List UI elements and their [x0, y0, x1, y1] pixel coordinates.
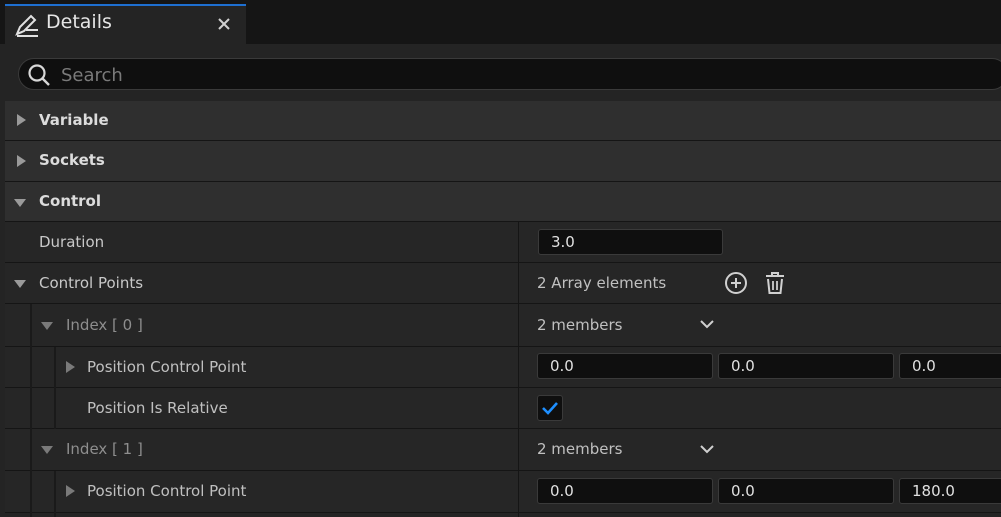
search-box[interactable] [18, 58, 1001, 90]
details-pencil-icon [15, 14, 38, 37]
property-label: Position Control Point [87, 358, 247, 376]
property-label: Control Points [39, 274, 144, 292]
category-control[interactable]: Control [5, 182, 1001, 222]
search-icon [28, 64, 50, 86]
array-summary: 2 Array elements [537, 274, 667, 292]
expand-arrow-icon[interactable] [64, 361, 76, 373]
position-x-field[interactable]: 0.0 [537, 478, 713, 504]
indent-guide [30, 304, 32, 517]
property-control-points: Control Points 2 Array elements [5, 263, 1001, 304]
chevron-down-icon[interactable] [696, 313, 718, 335]
expand-arrow-icon[interactable] [15, 114, 27, 126]
category-label: Variable [39, 111, 109, 129]
tab-title: Details [46, 11, 112, 33]
indent-guide [54, 471, 56, 517]
column-splitter[interactable] [518, 222, 519, 517]
category-label: Control [39, 192, 102, 210]
expand-arrow-icon[interactable] [64, 485, 76, 497]
category-label: Sockets [39, 151, 105, 169]
members-dropdown[interactable]: 2 members [537, 440, 623, 458]
property-position-control-point-0: Position Control Point 0.0 0.0 0.0 [5, 347, 1001, 388]
details-tab[interactable]: Details [5, 4, 246, 44]
trash-icon[interactable] [762, 270, 788, 296]
add-element-icon[interactable] [723, 270, 749, 296]
array-element-index-0: Index [ 0 ] 2 members [5, 304, 1001, 347]
collapse-arrow-icon[interactable] [41, 320, 53, 332]
property-label: Position Control Point [87, 482, 247, 500]
position-is-relative-checkbox[interactable] [537, 395, 563, 421]
collapse-arrow-icon[interactable] [14, 278, 26, 290]
indent-guide [54, 347, 56, 429]
position-y-field[interactable]: 0.0 [718, 478, 894, 504]
property-position-control-point-1: Position Control Point 0.0 0.0 180.0 [5, 471, 1001, 513]
property-position-is-relative: Position Is Relative [5, 388, 1001, 429]
tab-bar: Details [0, 0, 1001, 44]
checkmark-icon [542, 402, 558, 415]
collapse-arrow-icon[interactable] [14, 197, 26, 209]
property-label: Duration [39, 233, 105, 251]
position-x-field[interactable]: 0.0 [537, 353, 713, 379]
position-z-field[interactable]: 180.0 [899, 478, 1001, 504]
property-label: Position Is Relative [87, 399, 228, 417]
position-y-field[interactable]: 0.0 [718, 353, 894, 379]
expand-arrow-icon[interactable] [15, 155, 27, 167]
category-variable[interactable]: Variable [5, 101, 1001, 141]
category-sockets[interactable]: Sockets [5, 141, 1001, 182]
search-input[interactable] [59, 60, 963, 90]
array-element-index-1: Index [ 1 ] 2 members [5, 429, 1001, 471]
duration-field[interactable]: 3.0 [538, 229, 723, 255]
chevron-down-icon[interactable] [696, 438, 718, 460]
index-label: Index [ 1 ] [66, 440, 143, 458]
property-duration: Duration 3.0 [5, 222, 1001, 263]
members-dropdown[interactable]: 2 members [537, 316, 623, 334]
position-z-field[interactable]: 0.0 [899, 353, 1001, 379]
collapse-arrow-icon[interactable] [41, 444, 53, 456]
close-icon[interactable] [215, 15, 233, 33]
index-label: Index [ 0 ] [66, 316, 143, 334]
